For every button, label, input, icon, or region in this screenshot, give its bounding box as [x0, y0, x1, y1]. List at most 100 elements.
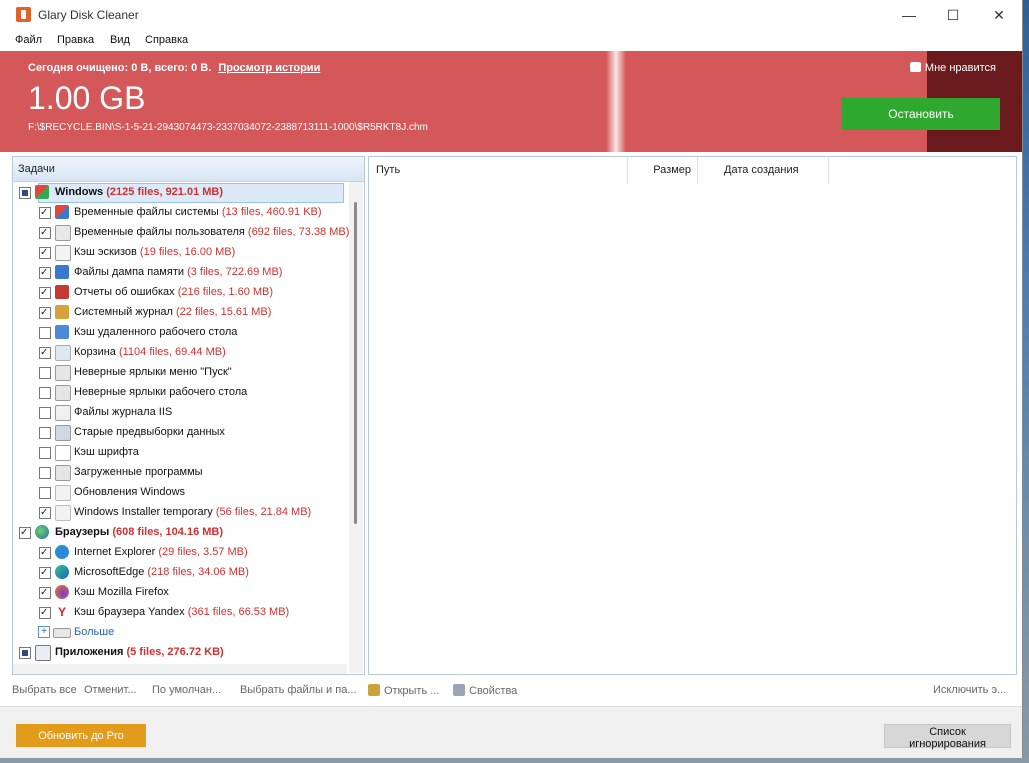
row-label: Кэш браузера Yandex — [74, 606, 185, 618]
stop-button[interactable]: Остановить — [842, 98, 1000, 130]
checkbox[interactable] — [39, 583, 51, 603]
task-system-log[interactable]: Системный журнал (22 files, 15.61 MB) — [13, 302, 347, 323]
checkbox[interactable] — [39, 263, 51, 283]
row-label: Неверные ярлыки рабочего стола — [74, 386, 248, 398]
recycle-bin-icon — [55, 345, 71, 361]
checkbox[interactable] — [39, 543, 51, 563]
glary-app-icon — [16, 7, 31, 22]
task-installer-temp[interactable]: Windows Installer temporary (56 files, 2… — [13, 502, 347, 523]
history-link[interactable]: Просмотр истории — [218, 62, 320, 74]
thumbnail-icon — [55, 245, 71, 261]
task-error-reports[interactable]: Отчеты об ошибках (216 files, 1.60 MB) — [13, 282, 347, 303]
task-iis-logs[interactable]: Файлы журнала IIS — [13, 402, 347, 422]
checkbox[interactable] — [39, 503, 51, 523]
row-label: Временные файлы пользователя — [74, 226, 245, 238]
checkbox[interactable] — [39, 327, 51, 339]
deselect-button[interactable]: Отменит... — [84, 684, 136, 696]
user-file-icon — [55, 225, 71, 241]
upgrade-pro-button[interactable]: Обновить до Pro — [16, 724, 146, 747]
menu-file[interactable]: Файл — [15, 34, 42, 46]
checkbox[interactable] — [39, 367, 51, 379]
installer-icon — [55, 505, 71, 521]
checkbox[interactable] — [39, 563, 51, 583]
tasks-tree: Windows (2125 files, 921.01 MB) Временны… — [13, 182, 349, 662]
menu-edit[interactable]: Правка — [57, 34, 94, 46]
scroll-thumb[interactable] — [354, 202, 357, 524]
task-temp-user[interactable]: Временные файлы пользователя (692 files,… — [13, 222, 349, 243]
expand-plus-icon[interactable]: + — [38, 626, 50, 638]
exclude-button[interactable]: Исключить э... — [933, 684, 1006, 696]
checkbox[interactable] — [19, 523, 31, 543]
applications-icon — [35, 645, 51, 661]
more-link[interactable]: Больше — [74, 622, 114, 642]
row-label: Неверные ярлыки меню "Пуск" — [74, 366, 232, 378]
task-desktop-shortcuts[interactable]: Неверные ярлыки рабочего стола — [13, 382, 347, 402]
task-internet-explorer[interactable]: Internet Explorer (29 files, 3.57 MB) — [13, 542, 347, 563]
memory-dump-icon — [55, 265, 69, 279]
checkbox[interactable] — [39, 343, 51, 363]
task-temp-system[interactable]: Временные файлы системы (13 files, 460.9… — [13, 202, 347, 223]
select-all-button[interactable]: Выбрать все — [12, 684, 77, 696]
checkbox[interactable] — [39, 203, 51, 223]
edge-icon — [55, 565, 69, 579]
scan-banner: Сегодня очищено: 0 B, всего: 0 B. Просмо… — [0, 51, 1022, 152]
close-button[interactable]: ✕ — [976, 0, 1022, 31]
group-windows[interactable]: Windows (2125 files, 921.01 MB) — [13, 182, 347, 203]
minimize-button[interactable]: — — [886, 0, 932, 31]
tasks-horizontal-scrollbar[interactable] — [13, 664, 347, 674]
column-created[interactable]: Дата создания — [698, 157, 829, 184]
task-downloaded-programs[interactable]: Загруженные программы — [13, 462, 347, 482]
checkbox[interactable] — [39, 467, 51, 479]
menu-help[interactable]: Справка — [145, 34, 188, 46]
open-button[interactable]: Открыть ... — [368, 684, 439, 697]
checkbox[interactable] — [39, 387, 51, 399]
checkbox[interactable] — [19, 647, 31, 659]
checkbox[interactable] — [39, 603, 51, 623]
system-log-icon — [55, 305, 69, 319]
task-font-cache[interactable]: Кэш шрифта — [13, 442, 347, 462]
thumbs-up-icon — [909, 62, 921, 72]
task-yandex-cache[interactable]: Y Кэш браузера Yandex (361 files, 66.53 … — [13, 602, 347, 623]
default-button[interactable]: По умолчан... — [152, 684, 221, 696]
row-label: Кэш эскизов — [74, 246, 137, 258]
checkbox[interactable] — [19, 187, 31, 199]
maximize-button[interactable]: ☐ — [930, 0, 976, 31]
tasks-vertical-scrollbar[interactable] — [349, 182, 363, 673]
checkbox[interactable] — [39, 447, 51, 459]
checkbox[interactable] — [39, 243, 51, 263]
row-label: Windows Installer temporary — [74, 506, 213, 518]
tasks-panel: Задачи Windows (2125 files, 921.01 MB) В… — [12, 156, 365, 675]
row-label: Корзина — [74, 346, 116, 358]
task-windows-updates[interactable]: Обновления Windows — [13, 482, 347, 502]
task-rdp-cache[interactable]: Кэш удаленного рабочего стола — [13, 322, 347, 342]
properties-label: Свойства — [469, 685, 518, 697]
menu-view[interactable]: Вид — [110, 34, 130, 46]
task-start-shortcuts[interactable]: Неверные ярлыки меню "Пуск" — [13, 362, 347, 382]
checkbox[interactable] — [39, 283, 51, 303]
ignore-list-button[interactable]: Список игнорирования — [884, 724, 1011, 750]
row-stats: (5 files, 276.72 KB) — [126, 646, 224, 658]
task-microsoft-edge[interactable]: MicrosoftEdge (218 files, 34.06 MB) — [13, 562, 347, 583]
checkbox[interactable] — [39, 487, 51, 499]
group-applications[interactable]: Приложения (5 files, 276.72 KB) — [13, 642, 347, 662]
more-browsers[interactable]: + Больше — [13, 622, 347, 642]
windows-flag-icon — [55, 205, 69, 219]
task-memory-dump[interactable]: Файлы дампа памяти (3 files, 722.69 MB) — [13, 262, 347, 283]
task-firefox-cache[interactable]: Кэш Mozilla Firefox — [13, 582, 347, 603]
checkbox[interactable] — [39, 223, 51, 243]
task-prefetch[interactable]: Старые предвыборки данных — [13, 422, 347, 442]
task-thumb-cache[interactable]: Кэш эскизов (19 files, 16.00 MB) — [13, 242, 347, 263]
group-browsers[interactable]: Браузеры (608 files, 104.16 MB) — [13, 522, 347, 543]
task-recycle-bin[interactable]: Корзина (1104 files, 69.44 MB) — [13, 342, 347, 363]
column-size[interactable]: Размер — [628, 157, 698, 184]
like-link[interactable]: Мне нравится — [909, 62, 996, 74]
checkbox[interactable] — [39, 427, 51, 439]
column-path[interactable]: Путь — [369, 157, 628, 184]
row-stats: (2125 files, 921.01 MB) — [106, 186, 224, 198]
properties-button[interactable]: Свойства — [453, 684, 517, 697]
checkbox[interactable] — [39, 303, 51, 323]
row-label: Браузеры — [55, 526, 110, 538]
checkbox[interactable] — [39, 407, 51, 419]
select-files-button[interactable]: Выбрать файлы и па... — [240, 684, 357, 696]
open-folder-icon — [368, 684, 380, 696]
